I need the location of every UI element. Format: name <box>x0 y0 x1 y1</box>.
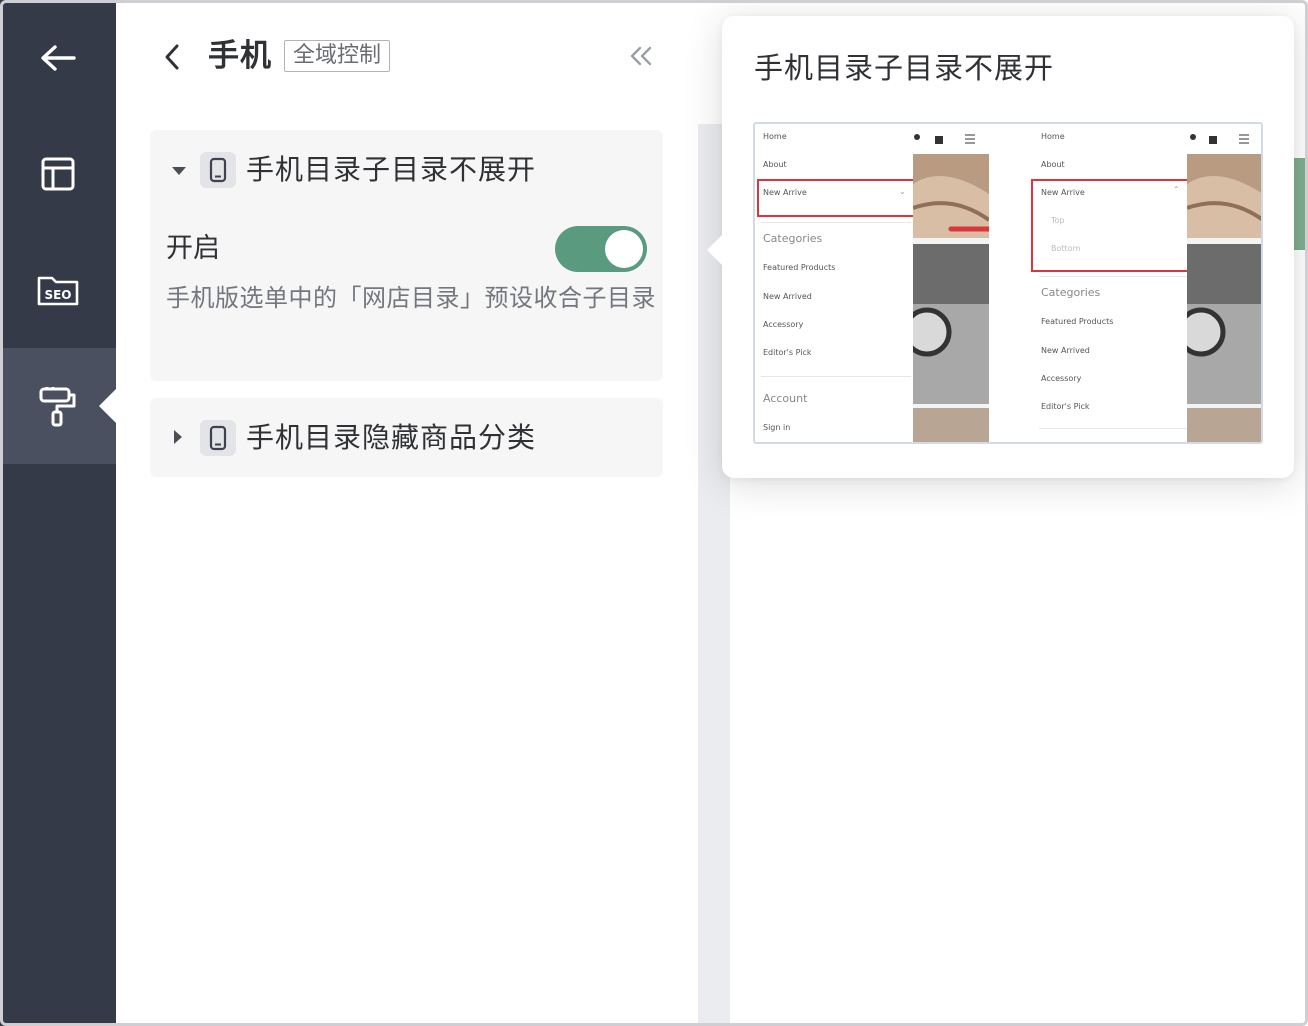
back-arrow-icon <box>41 45 76 71</box>
category-item: Editor's Pick <box>763 348 812 357</box>
category-item: Featured Products <box>763 263 836 272</box>
menu-item: Home <box>1041 132 1065 141</box>
tooltip-title: 手机目录子目录不展开 <box>754 51 1055 85</box>
example-screenshot: Home About New Arrive ⌄ Categories Featu… <box>753 122 1263 444</box>
paint-roller-icon <box>39 387 76 427</box>
mobile-phone-icon <box>209 157 227 183</box>
rail-theme-button[interactable] <box>0 348 116 464</box>
enable-toggle[interactable] <box>555 226 647 272</box>
product-photos <box>1187 124 1261 442</box>
section-card-submenu-collapse: 手机目录子目录不展开 开启 手机版选单中的「网店目录」预设收合子目录 <box>150 130 663 381</box>
section-description: 手机版选单中的「网店目录」预设收合子目录 <box>166 284 656 312</box>
category-item: Editor's Pick <box>1041 402 1090 411</box>
preview-edge-accent <box>1294 158 1308 250</box>
active-indicator <box>99 389 116 423</box>
layout-icon <box>41 157 75 191</box>
account-item: Sign in <box>763 423 791 432</box>
account-heading: Account <box>763 392 808 405</box>
scope-badge: 全域控制 <box>284 40 391 72</box>
toggle-label: 开启 <box>166 233 220 264</box>
divider <box>761 222 911 223</box>
caret-right-icon <box>174 430 182 444</box>
seo-folder-icon: SEO <box>37 276 79 306</box>
seo-icon-label: SEO <box>44 288 71 302</box>
divider <box>1039 276 1187 277</box>
tooltip-arrow <box>707 234 723 266</box>
mobile-phone-icon <box>209 425 227 451</box>
chevron-left-icon[interactable] <box>160 42 184 72</box>
caret-down-icon <box>172 167 186 175</box>
product-image-strip <box>913 124 989 442</box>
settings-panel: 手机 全域控制 手机目录子目录不展开 开启 手机版选单中的「网店目录」预设收合子… <box>116 0 698 1026</box>
page-title: 手机 <box>208 38 272 74</box>
phone-chip <box>200 420 236 456</box>
divider <box>761 376 911 377</box>
category-item: Accessory <box>763 320 804 329</box>
rail-layout-button[interactable] <box>0 116 116 232</box>
category-item: New Arrived <box>763 292 812 301</box>
section-card-hide-categories: 手机目录隐藏商品分类 <box>150 398 663 477</box>
phone-chip <box>200 152 236 188</box>
category-item: Featured Products <box>1041 317 1114 326</box>
categories-heading: Categories <box>763 232 823 245</box>
product-photos <box>913 124 989 442</box>
collapse-panel-icon[interactable] <box>628 44 654 68</box>
category-item: Accessory <box>1041 374 1082 383</box>
help-tooltip: 手机目录子目录不展开 Home About New Arrive ⌄ Categ… <box>707 16 1294 478</box>
left-rail: SEO <box>0 0 116 1026</box>
menu-item: About <box>1041 160 1065 169</box>
phones-gap <box>989 124 1029 442</box>
rail-back-button[interactable] <box>0 0 116 116</box>
panel-header: 手机 全域控制 <box>116 0 698 112</box>
section-title: 手机目录子目录不展开 <box>246 153 537 186</box>
toggle-knob <box>605 230 643 268</box>
divider <box>1039 428 1187 429</box>
section-header[interactable]: 手机目录隐藏商品分类 <box>150 398 663 478</box>
product-image-strip <box>1187 124 1261 442</box>
section-header[interactable]: 手机目录子目录不展开 <box>150 130 663 210</box>
menu-item: About <box>763 160 787 169</box>
category-item: New Arrived <box>1041 346 1090 355</box>
categories-heading: Categories <box>1041 286 1101 299</box>
highlight-box <box>1031 179 1191 272</box>
section-title: 手机目录隐藏商品分类 <box>246 421 537 454</box>
rail-seo-button[interactable]: SEO <box>0 232 116 348</box>
highlight-box <box>757 179 921 217</box>
menu-item: Home <box>763 132 787 141</box>
